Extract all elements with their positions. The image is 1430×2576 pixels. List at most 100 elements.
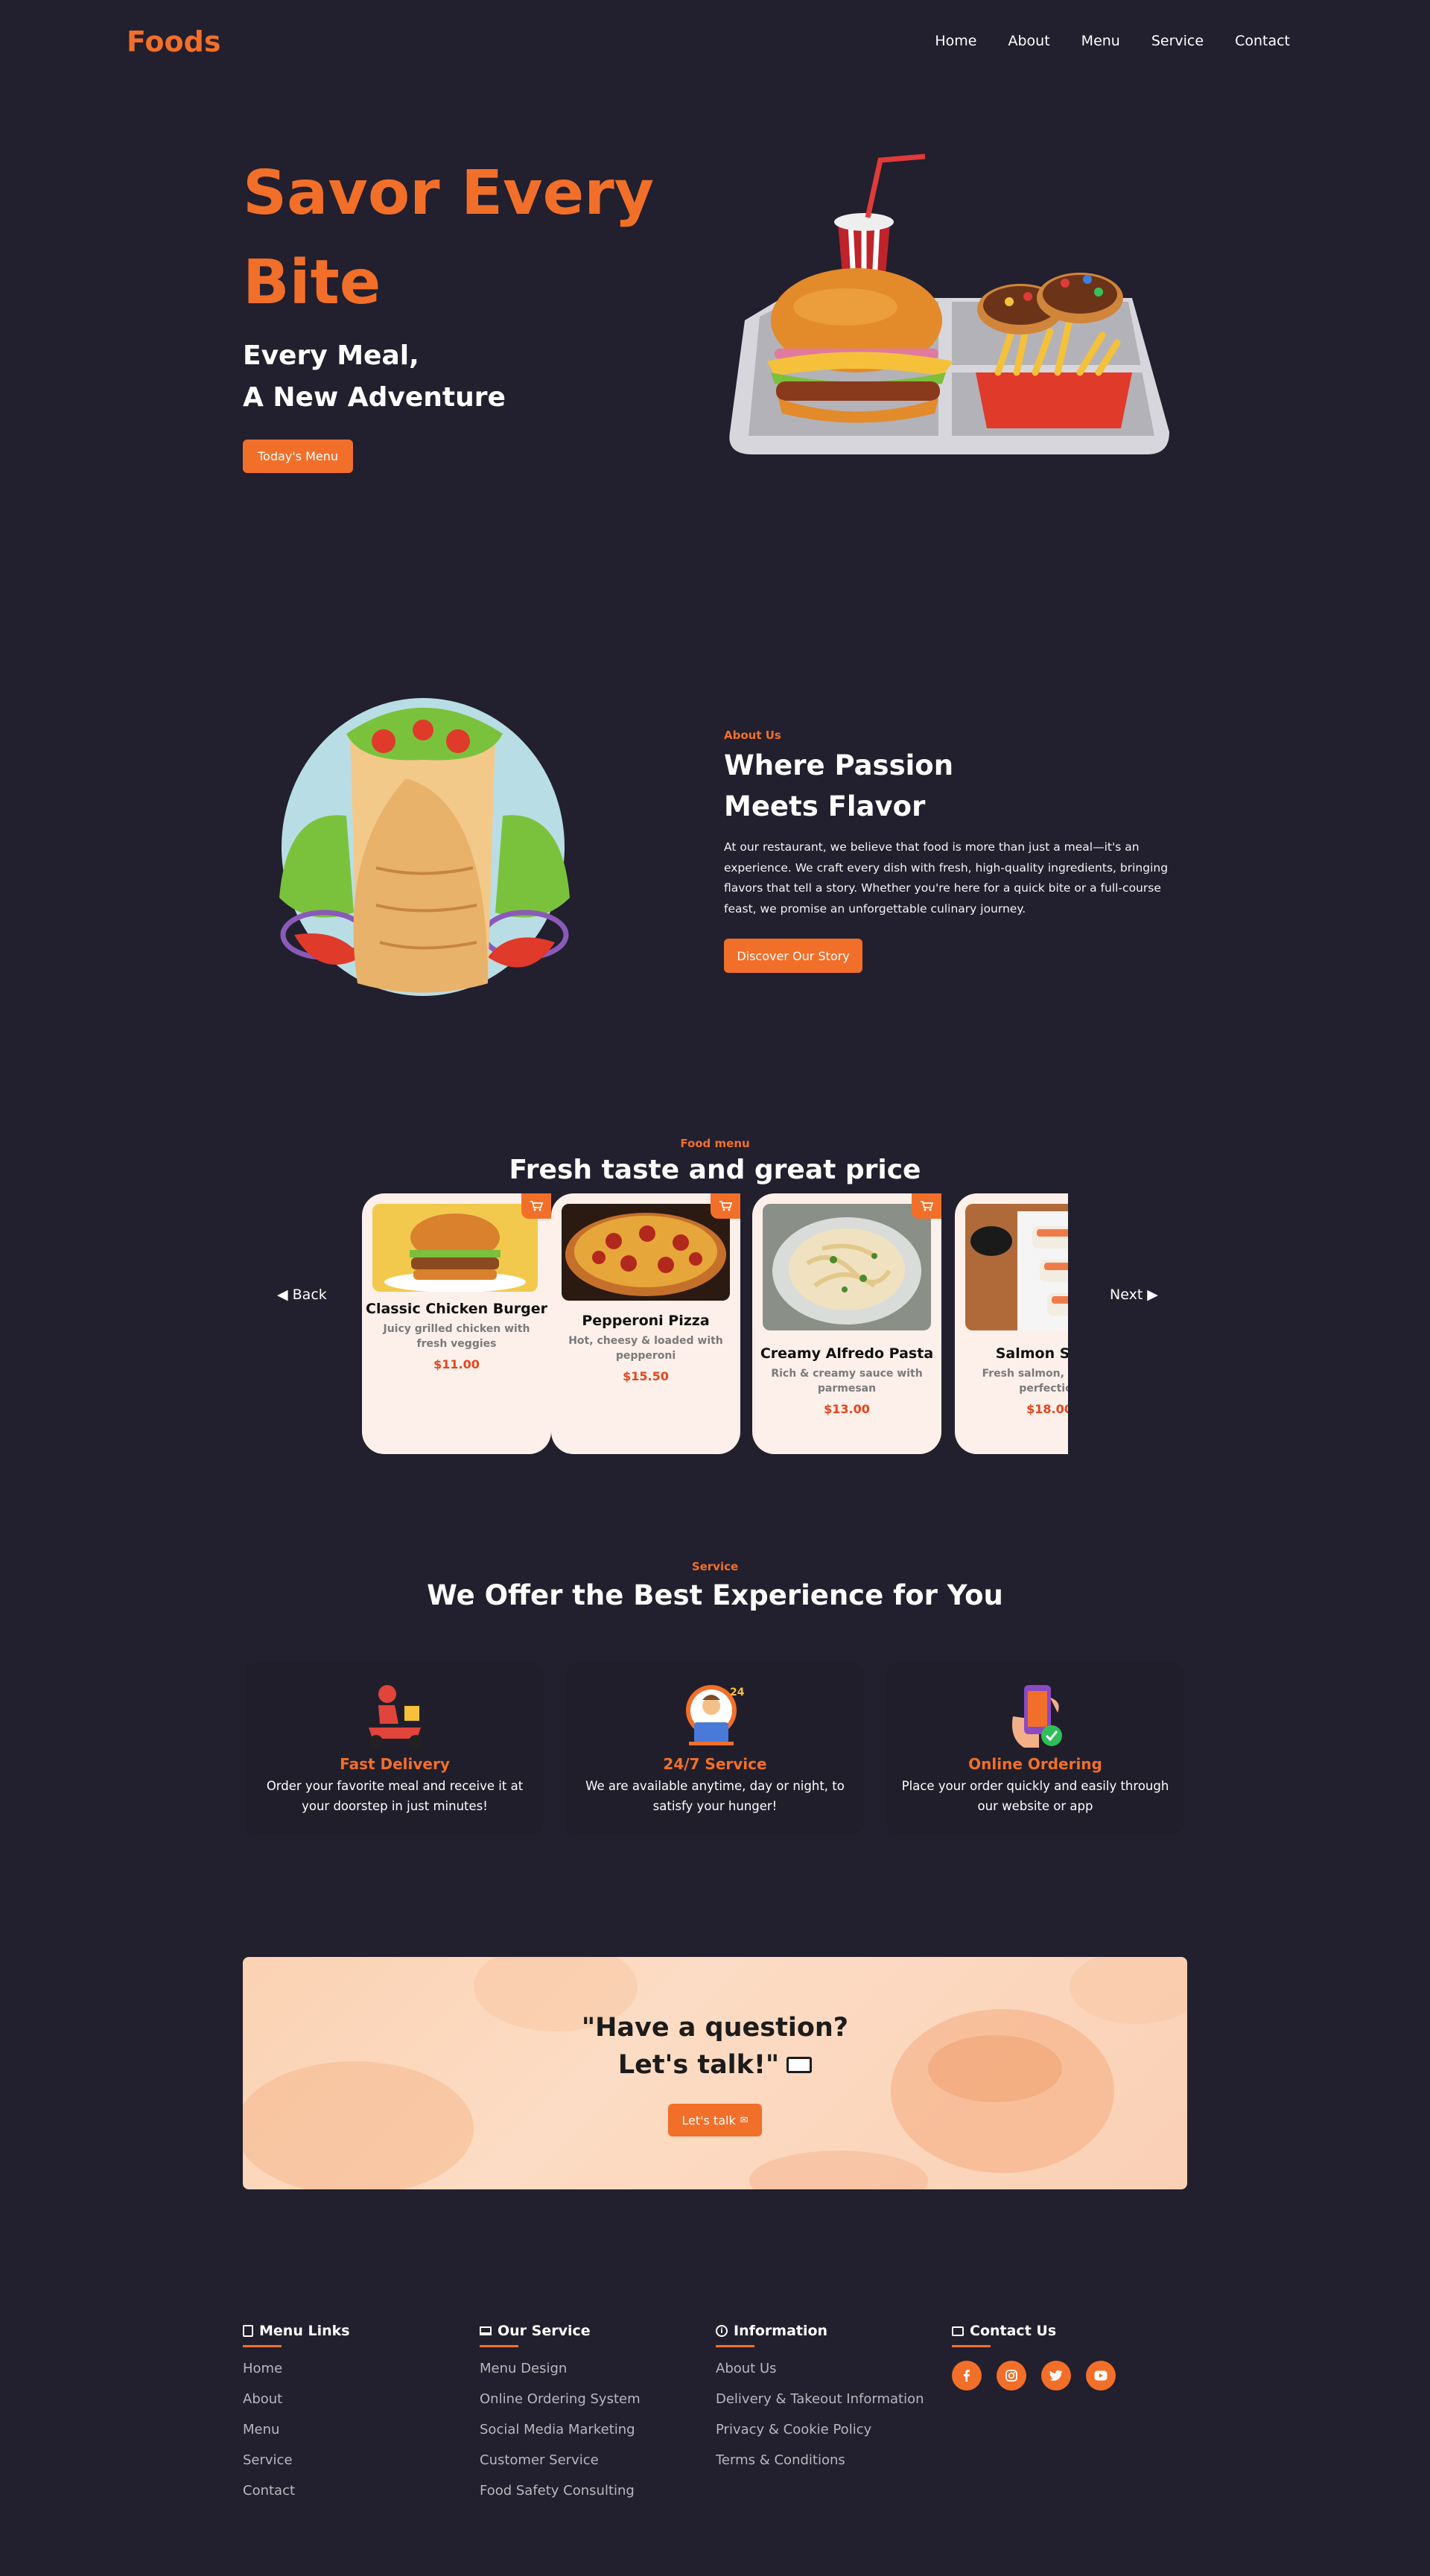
add-to-cart-button[interactable] xyxy=(711,1193,740,1219)
menu-item-name: Creamy Alfredo Pasta xyxy=(760,1345,934,1362)
menu-title: Fresh taste and great price xyxy=(509,1155,921,1185)
menu-tag: Food menu xyxy=(680,1137,750,1150)
footer-link[interactable]: Social Media Marketing xyxy=(480,2422,703,2452)
service-card-24-7: 24 24/7 Service We are available anytime… xyxy=(566,1663,864,1834)
pasta-photo xyxy=(763,1204,931,1330)
footer-information: i Information About Us Delivery & Takeou… xyxy=(716,2323,939,2483)
nav-about[interactable]: About xyxy=(1008,33,1049,49)
service-card-delivery: Fast Delivery Order your favorite meal a… xyxy=(246,1663,544,1834)
footer-menu-links: Menu Links Home About Menu Service Conta… xyxy=(243,2323,466,2513)
menu-item-price: $11.00 xyxy=(433,1357,480,1371)
service-title-delivery: Fast Delivery xyxy=(340,1755,450,1773)
facebook-icon[interactable] xyxy=(952,2361,982,2391)
footer-heading: Menu Links xyxy=(243,2323,466,2339)
cta-question: "Have a question? Let's talk!" xyxy=(243,2009,1187,2084)
nav-home[interactable]: Home xyxy=(935,33,976,49)
footer-underline xyxy=(480,2345,518,2347)
add-to-cart-button[interactable] xyxy=(521,1193,551,1219)
main-nav: Home About Menu Service Contact xyxy=(935,33,1290,49)
social-links xyxy=(952,2361,1175,2391)
keyboard-icon xyxy=(786,2057,813,2073)
cta-line1: "Have a question? xyxy=(581,2013,849,2043)
hero-subtitle-line1: Every Meal, xyxy=(243,340,419,371)
cta-line2-row: Let's talk!" xyxy=(243,2046,1187,2084)
menu-item-price: $18.00 xyxy=(1026,1402,1068,1416)
hero-subtitle-line2: A New Adventure xyxy=(243,382,506,413)
footer-underline xyxy=(243,2345,282,2347)
footer-link[interactable]: Privacy & Cookie Policy xyxy=(716,2422,939,2452)
nav-service[interactable]: Service xyxy=(1151,33,1204,49)
svg-text:24: 24 xyxy=(730,1687,745,1698)
twitter-icon[interactable] xyxy=(1041,2361,1071,2391)
menu-item-price: $15.50 xyxy=(623,1369,669,1383)
support-agent-icon: 24 xyxy=(686,1685,745,1745)
lets-talk-label: Let's talk xyxy=(681,2113,736,2128)
menu-item-desc: Rich & creamy sauce with parmesan xyxy=(771,1368,923,1395)
cart-icon xyxy=(719,1201,732,1211)
chat-icon: ✉ xyxy=(740,2114,749,2126)
service-desc-online: Place your order quickly and easily thro… xyxy=(901,1779,1169,1813)
footer-heading-text: Contact Us xyxy=(970,2323,1057,2339)
instagram-icon[interactable] xyxy=(997,2361,1026,2391)
menu-card-sushi[interactable]: Salmon Sushi Fresh salmon, avocado perfe… xyxy=(955,1193,1068,1454)
service-tag: Service xyxy=(691,1560,739,1573)
menu-card-burger[interactable]: Classic Chicken Burger Juicy grilled chi… xyxy=(362,1193,551,1454)
lets-talk-button[interactable]: Let's talk ✉ xyxy=(668,2104,762,2136)
footer-link[interactable]: Delivery & Takeout Information xyxy=(716,2391,939,2422)
about-wrap-image xyxy=(279,698,570,996)
footer-link[interactable]: Online Ordering System xyxy=(480,2391,703,2422)
nav-menu[interactable]: Menu xyxy=(1081,33,1120,49)
delivery-scooter-icon xyxy=(369,1685,422,1748)
nav-contact[interactable]: Contact xyxy=(1235,33,1290,49)
service-title-online: Online Ordering xyxy=(968,1755,1102,1773)
contact-cta-banner: "Have a question? Let's talk!" Let's tal… xyxy=(243,1957,1187,2189)
footer-link[interactable]: Service xyxy=(243,2452,466,2483)
footer-link[interactable]: Home xyxy=(243,2361,466,2391)
cta-line2: Let's talk!" xyxy=(617,2050,780,2080)
footer-link[interactable]: Food Safety Consulting xyxy=(480,2483,703,2513)
menu-card-pasta[interactable]: Creamy Alfredo Pasta Rich & creamy sauce… xyxy=(752,1193,941,1454)
carousel-back-button[interactable]: ◀ Back xyxy=(277,1287,327,1303)
service-title-24-7: 24/7 Service xyxy=(663,1755,767,1773)
footer-heading-text: Our Service xyxy=(498,2323,591,2339)
footer-link[interactable]: Terms & Conditions xyxy=(716,2452,939,2483)
menu-card-pizza[interactable]: Pepperoni Pizza Hot, cheesy & loaded wit… xyxy=(551,1193,740,1454)
footer-heading: i Information xyxy=(716,2323,939,2339)
brand-logo[interactable]: Foods xyxy=(127,25,220,58)
footer-link[interactable]: Menu xyxy=(243,2422,466,2452)
menu-item-desc: Juicy grilled chicken with fresh veggies xyxy=(383,1323,530,1350)
footer-link[interactable]: About Us xyxy=(716,2361,939,2391)
about-title: Where Passion Meets Flavor xyxy=(724,745,1037,827)
footer-heading-text: Information xyxy=(734,2323,828,2339)
about-title-line1: Where Passion xyxy=(724,749,954,781)
footer-heading-text: Menu Links xyxy=(259,2323,350,2339)
info-icon: i xyxy=(716,2325,728,2337)
footer-link[interactable]: About xyxy=(243,2391,466,2422)
about-title-line2: Meets Flavor xyxy=(724,790,926,822)
discover-story-button[interactable]: Discover Our Story xyxy=(724,939,862,973)
todays-menu-button[interactable]: Today's Menu xyxy=(243,440,353,473)
footer-underline xyxy=(952,2345,991,2347)
book-icon xyxy=(243,2325,253,2337)
about-tag: About Us xyxy=(724,729,781,742)
service-card-online: Online Ordering Place your order quickly… xyxy=(886,1663,1184,1834)
footer-heading: Our Service xyxy=(480,2323,703,2339)
menu-item-desc: Hot, cheesy & loaded with pepperoni xyxy=(568,1335,723,1362)
menu-item-desc: Fresh salmon, avocado perfection xyxy=(982,1368,1068,1395)
footer-link[interactable]: Menu Design xyxy=(480,2361,703,2391)
hero-subtitle: Every Meal, A New Adventure xyxy=(243,335,630,419)
footer-our-service: Our Service Menu Design Online Ordering … xyxy=(480,2323,703,2513)
footer-link[interactable]: Customer Service xyxy=(480,2452,703,2483)
footer-link[interactable]: Contact xyxy=(243,2483,466,2513)
add-to-cart-button[interactable] xyxy=(912,1193,941,1219)
service-title: We Offer the Best Experience for You xyxy=(427,1579,1003,1611)
burger-photo xyxy=(372,1204,538,1292)
hero-title: Savor Every Bite xyxy=(243,158,655,318)
cart-icon xyxy=(921,1201,933,1211)
menu-item-name: Salmon Sushi xyxy=(995,1345,1068,1362)
carousel-next-button[interactable]: Next ▶ xyxy=(1110,1287,1158,1303)
youtube-icon[interactable] xyxy=(1086,2361,1116,2391)
footer-contact: Contact Us xyxy=(952,2323,1175,2391)
sushi-photo xyxy=(965,1204,1068,1330)
pizza-photo xyxy=(562,1204,730,1301)
